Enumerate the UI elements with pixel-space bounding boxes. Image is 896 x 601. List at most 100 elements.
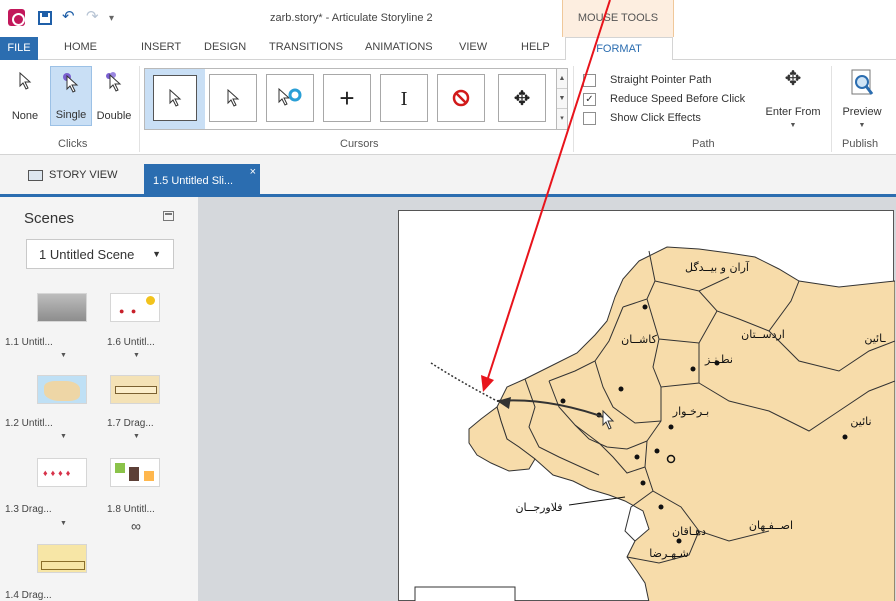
cursor-gallery[interactable]: + I ✥ ▲ ▼ ▾ bbox=[144, 68, 568, 130]
arrow-cursor-icon bbox=[2, 71, 48, 95]
scenes-panel-title: Scenes bbox=[24, 210, 75, 227]
city-dot bbox=[654, 448, 660, 454]
region-label: شـهـرضا bbox=[649, 547, 689, 560]
map-thumbnail-shape bbox=[44, 381, 80, 401]
cursor-option-crosshair[interactable]: + bbox=[323, 74, 371, 122]
thumbnail-items bbox=[129, 467, 139, 481]
tab-animations[interactable]: ANIMATIONS bbox=[365, 41, 433, 53]
slide-label[interactable]: 1.2 Untitl... bbox=[5, 418, 53, 429]
preview-label: Preview bbox=[842, 106, 882, 118]
gallery-scrollbar[interactable]: ▲ ▼ ▾ bbox=[556, 69, 567, 129]
gallery-up-icon[interactable]: ▲ bbox=[557, 69, 567, 89]
double-click-cursor-icon bbox=[93, 72, 135, 97]
region-label: نطـنـز bbox=[704, 353, 733, 366]
mouse-path-dotted bbox=[430, 362, 498, 402]
group-divider bbox=[831, 66, 832, 152]
cursor-option-ibeam[interactable]: I bbox=[380, 74, 428, 122]
customize-quick-access-icon[interactable]: ▾ bbox=[109, 10, 114, 28]
enter-from-label: Enter From bbox=[765, 106, 821, 118]
click-single-button[interactable]: Single bbox=[50, 66, 92, 126]
slide-canvas[interactable]: آران و بيــدگل كاشــان اردســتان نطـنـز … bbox=[398, 210, 895, 601]
cursor-option-unavailable[interactable] bbox=[437, 74, 485, 122]
story-view-label: STORY VIEW bbox=[49, 169, 118, 181]
slide-thumbnail[interactable]: ● ● bbox=[110, 293, 160, 322]
scene-dropdown-value: 1 Untitled Scene bbox=[39, 247, 135, 262]
slide-label[interactable]: 1.6 Untitl... bbox=[107, 337, 155, 348]
city-dot bbox=[676, 538, 682, 544]
cursor-option-move[interactable]: ✥ bbox=[498, 74, 546, 122]
slide-thumbnail[interactable] bbox=[110, 458, 160, 487]
cursor-option-busy[interactable] bbox=[266, 74, 314, 122]
undo-icon[interactable]: ↶ bbox=[62, 8, 75, 26]
city-dot bbox=[560, 398, 566, 404]
slide-thumbnail[interactable] bbox=[37, 375, 87, 404]
gallery-more-icon[interactable]: ▾ bbox=[557, 109, 567, 129]
slide-thumbnail[interactable] bbox=[37, 293, 87, 322]
thumbnail-items bbox=[146, 296, 155, 305]
slide-label[interactable]: 1.3 Drag... bbox=[5, 504, 52, 515]
save-icon[interactable] bbox=[38, 11, 52, 25]
tab-help[interactable]: HELP bbox=[521, 41, 550, 53]
story-view-icon bbox=[28, 169, 43, 181]
checkbox-box[interactable] bbox=[583, 74, 596, 87]
city-dot bbox=[642, 304, 648, 310]
region-label: اصــفـهان bbox=[749, 519, 793, 532]
slide-label[interactable]: 1.7 Drag... bbox=[107, 418, 154, 429]
checkbox-box-checked[interactable]: ✓ bbox=[583, 93, 596, 106]
tab-format[interactable]: FORMAT bbox=[565, 37, 673, 61]
slide-label[interactable]: 1.8 Untitl... bbox=[107, 504, 155, 515]
click-double-button[interactable]: Double bbox=[93, 66, 135, 126]
arrow-cursor-icon bbox=[169, 88, 182, 107]
redo-icon[interactable]: ↷ bbox=[86, 8, 99, 26]
slide-stage: آران و بيــدگل كاشــان اردســتان نطـنـز … bbox=[198, 197, 896, 601]
tab-view[interactable]: VIEW bbox=[459, 41, 487, 53]
close-icon[interactable]: × bbox=[250, 166, 256, 178]
slide-label[interactable]: 1.1 Untitl... bbox=[5, 337, 53, 348]
tab-design[interactable]: DESIGN bbox=[204, 41, 246, 53]
cursor-option-arrow-selected[interactable] bbox=[145, 69, 205, 129]
slide-thumbnail[interactable] bbox=[110, 375, 160, 404]
active-slide-tab[interactable]: 1.5 Untitled Sli... × bbox=[144, 164, 260, 194]
thumbnail-items bbox=[144, 471, 154, 481]
chevron-down-icon: ▼ bbox=[858, 122, 866, 129]
slide-thumbnail[interactable]: ♦♦♦♦ bbox=[37, 458, 87, 487]
region-label: دهـاقان bbox=[672, 525, 706, 538]
checkbox-box[interactable] bbox=[583, 112, 596, 125]
slide-thumbnail[interactable] bbox=[37, 544, 87, 573]
city-dot bbox=[668, 424, 674, 430]
crosshair-cursor-icon: + bbox=[339, 83, 355, 113]
city-dot bbox=[634, 454, 640, 460]
contextual-group-title: MOUSE TOOLS bbox=[577, 12, 659, 24]
map-legend-box bbox=[414, 586, 516, 601]
region-label: ـائين bbox=[864, 332, 886, 345]
show-click-effects-label: Show Click Effects bbox=[610, 112, 701, 124]
region-label: نائين bbox=[850, 415, 871, 428]
map-region bbox=[496, 246, 895, 601]
region-label: فلاورجــان bbox=[515, 501, 562, 514]
straight-pointer-path-label: Straight Pointer Path bbox=[610, 74, 712, 86]
cursor-option-arrow[interactable] bbox=[209, 74, 257, 122]
tab-file[interactable]: FILE bbox=[0, 37, 38, 60]
storyline-logo-icon[interactable] bbox=[8, 9, 25, 26]
panel-minimize-icon[interactable] bbox=[163, 211, 174, 221]
tab-insert[interactable]: INSERT bbox=[141, 41, 181, 53]
thumbnail-items bbox=[115, 386, 157, 394]
move-cursor-icon: ✥ bbox=[513, 88, 531, 110]
arrow-ring-cursor-icon bbox=[278, 87, 302, 106]
cursor-option-frame bbox=[153, 75, 197, 121]
click-double-label: Double bbox=[96, 110, 132, 122]
ribbon-tabs: FILE HOME INSERT DESIGN TRANSITIONS ANIM… bbox=[0, 37, 896, 61]
story-view-tab[interactable]: STORY VIEW bbox=[28, 169, 117, 191]
gallery-down-icon[interactable]: ▼ bbox=[557, 89, 567, 109]
scene-dropdown[interactable]: 1 Untitled Scene ▼ bbox=[26, 239, 174, 269]
slide-trigger-marker-icon: ▼ bbox=[60, 433, 67, 440]
single-click-cursor-icon bbox=[51, 73, 91, 98]
thumbnail-items: ♦♦♦♦ bbox=[43, 468, 74, 478]
slide-label[interactable]: 1.4 Drag... bbox=[5, 590, 52, 601]
region-label: بـرخـوار bbox=[672, 405, 709, 418]
tab-transitions[interactable]: TRANSITIONS bbox=[269, 41, 343, 53]
click-none-button[interactable]: None bbox=[2, 66, 48, 126]
window-title: zarb.story* - Articulate Storyline 2 bbox=[270, 12, 433, 24]
ibeam-cursor-icon: I bbox=[400, 89, 408, 110]
tab-home[interactable]: HOME bbox=[64, 41, 97, 53]
